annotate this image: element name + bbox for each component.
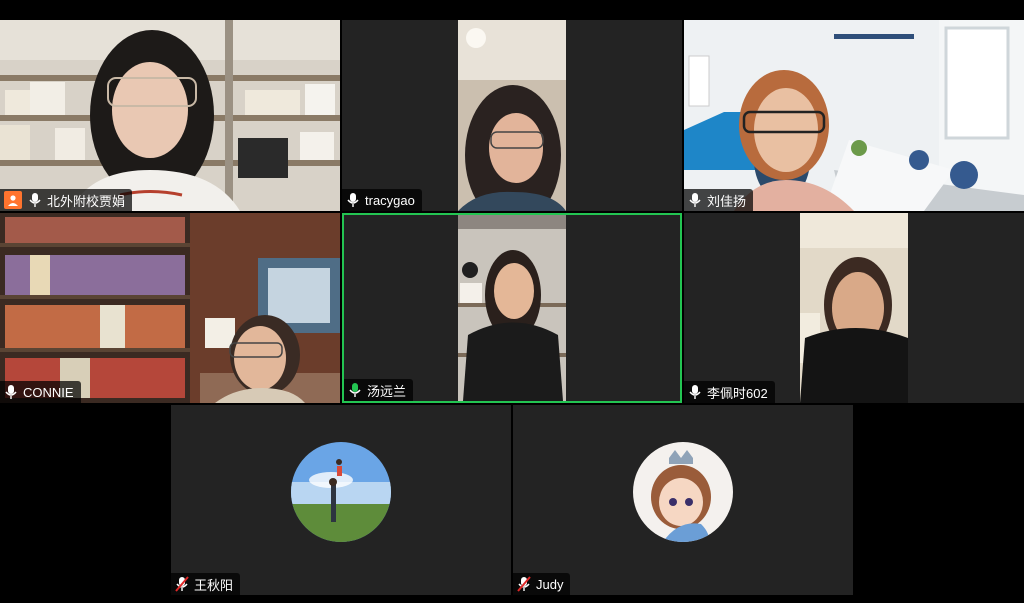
microphone-icon [4, 384, 18, 400]
microphone-icon [688, 192, 702, 208]
participant-video [684, 20, 1024, 211]
participant-name: 李佩时602 [707, 385, 768, 401]
participant-video [458, 215, 566, 401]
participant-tile-8[interactable]: Judy [513, 405, 853, 595]
participant-nameplate: 汤远兰 [344, 379, 414, 401]
participant-video [0, 20, 340, 211]
participant-video [0, 213, 340, 403]
participant-nameplate: tracygao [342, 189, 422, 211]
participant-video [458, 20, 566, 211]
participant-nameplate: CONNIE [0, 381, 81, 403]
participant-name: tracygao [365, 192, 415, 208]
meeting-gallery-view: { "participants": [ {"name": "北外附校贾娟", "… [0, 0, 1024, 603]
participant-name: Judy [536, 576, 564, 592]
participant-name: 北外附校贾娟 [47, 193, 126, 209]
participant-tile-3[interactable]: 刘佳扬 [684, 20, 1024, 211]
participant-name: 刘佳扬 [707, 193, 747, 209]
participant-name: CONNIE [23, 384, 74, 400]
participant-nameplate: Judy [513, 573, 571, 595]
participant-tile-5-active-speaker[interactable]: 汤远兰 [342, 213, 682, 403]
participant-tile-6[interactable]: 李佩时602 [684, 213, 1024, 403]
host-icon [4, 191, 22, 209]
microphone-icon [688, 384, 702, 400]
participant-tile-4[interactable]: CONNIE [0, 213, 340, 403]
participant-video [800, 213, 908, 403]
participant-nameplate: 王秋阳 [171, 573, 241, 595]
participant-nameplate: 刘佳扬 [684, 189, 754, 211]
microphone-icon [28, 192, 42, 208]
participant-name: 汤远兰 [367, 383, 407, 399]
microphone-active-icon [348, 382, 362, 398]
participant-tile-7[interactable]: 王秋阳 [171, 405, 511, 595]
profile-avatar [291, 442, 391, 542]
profile-avatar [633, 442, 733, 542]
microphone-muted-icon [517, 576, 531, 592]
microphone-muted-icon [175, 576, 189, 592]
participant-nameplate: 李佩时602 [684, 381, 775, 403]
microphone-icon [346, 192, 360, 208]
participant-name: 王秋阳 [194, 577, 234, 593]
participant-nameplate: 北外附校贾娟 [0, 189, 133, 211]
participant-tile-1[interactable]: 北外附校贾娟 [0, 20, 340, 211]
participant-tile-2[interactable]: tracygao [342, 20, 682, 211]
